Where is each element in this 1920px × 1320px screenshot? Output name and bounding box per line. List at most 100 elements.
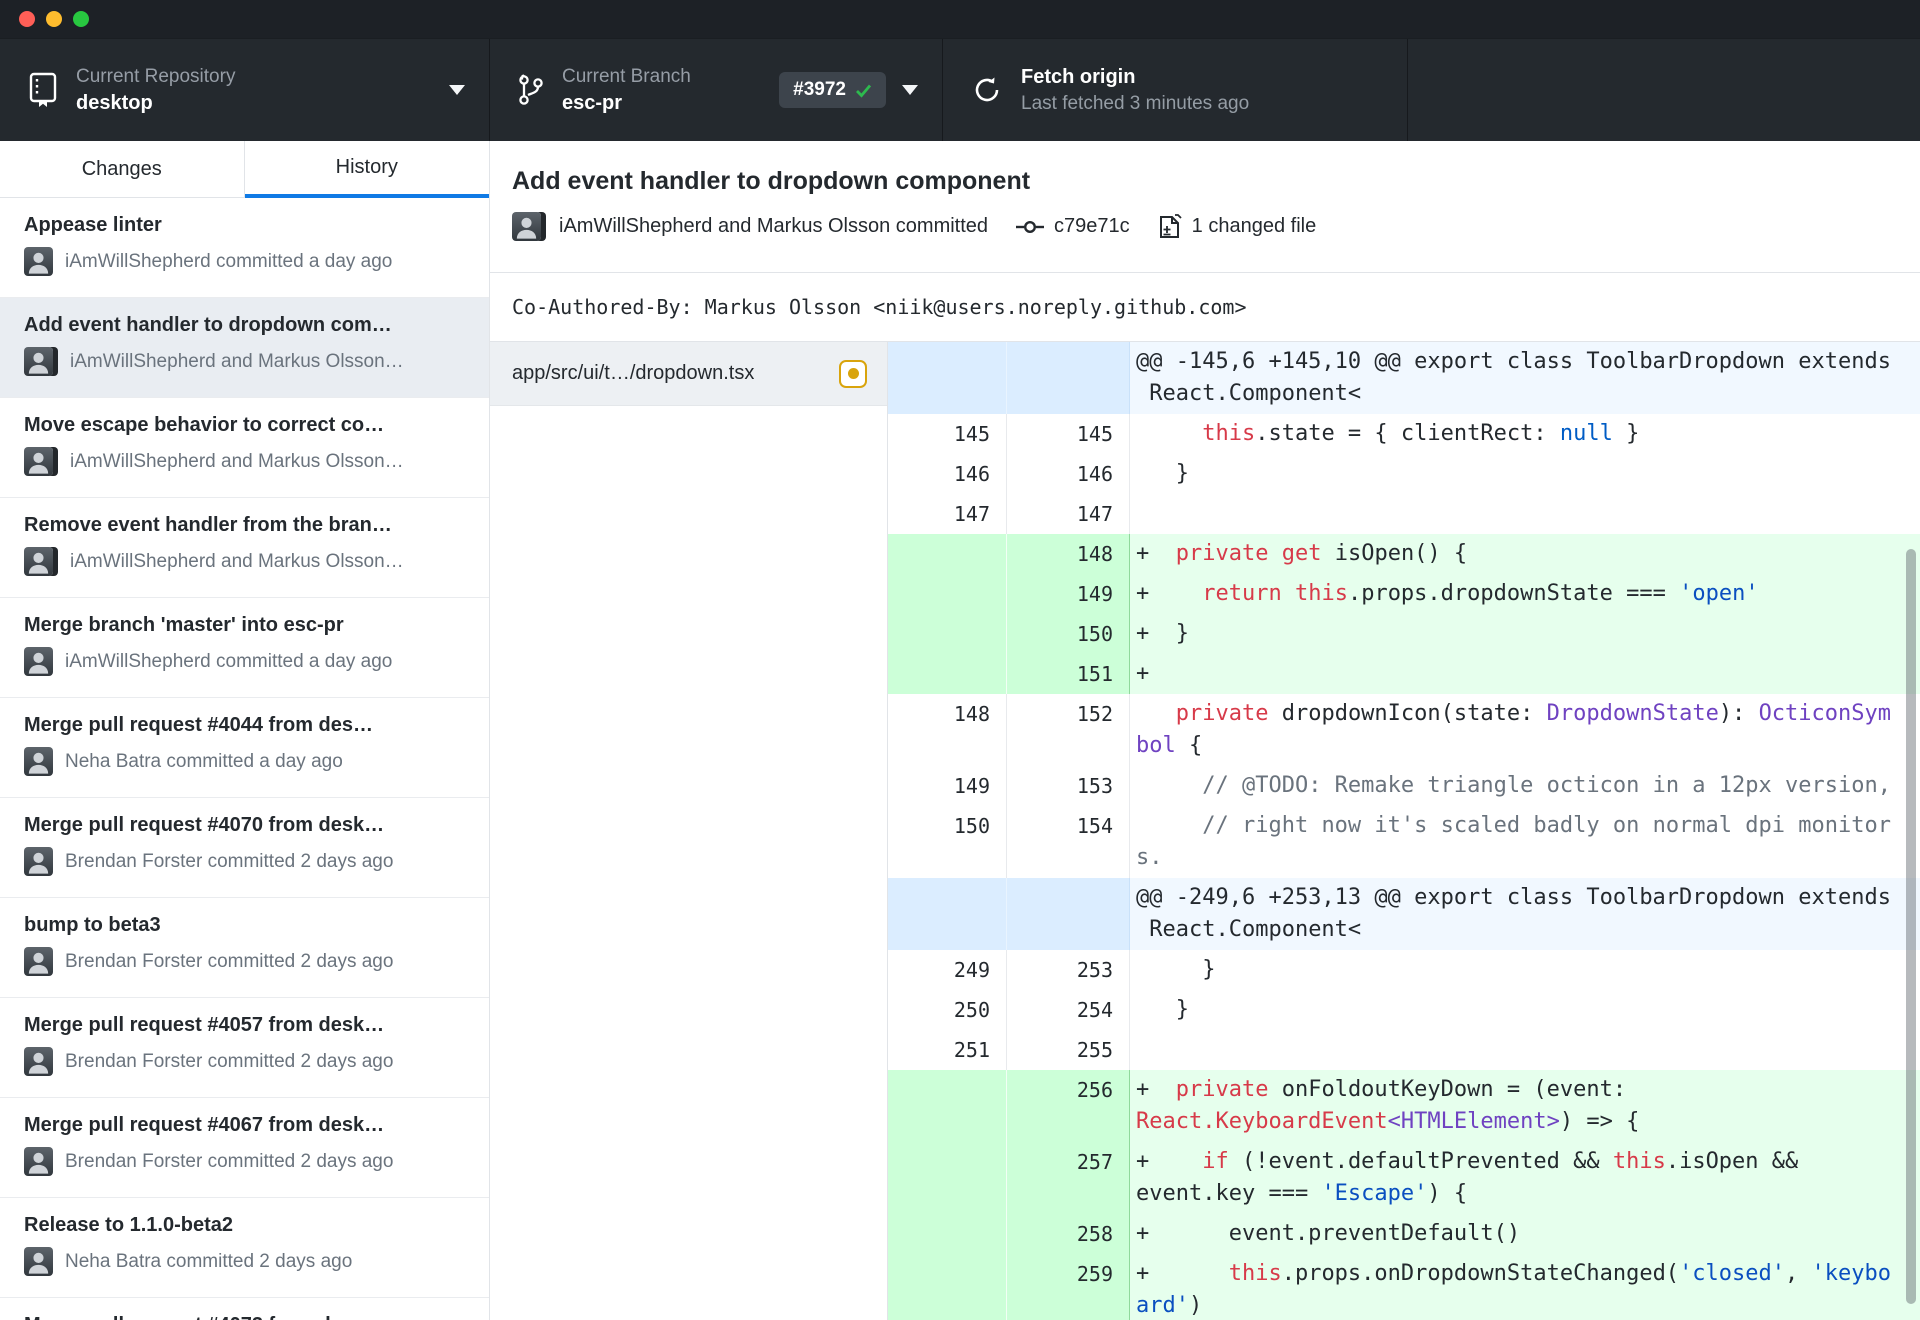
diff-old-line-number: 250 [888, 990, 1007, 1030]
current-branch-label: Current Branch [562, 65, 691, 87]
commit-list-item[interactable]: Move escape behavior to correct co… iAmWi… [0, 398, 489, 498]
commit-list-item[interactable]: Merge pull request #4073 from d… [0, 1298, 489, 1320]
diff-code: + if (!event.defaultPrevented && this.is… [1129, 1142, 1920, 1214]
commit-list-item[interactable]: Merge pull request #4067 from desk… Brend… [0, 1098, 489, 1198]
diff-new-line-number: 147 [1007, 494, 1129, 534]
current-branch-value: esc-pr [562, 91, 623, 114]
git-commit-icon [1016, 218, 1045, 236]
commit-item-meta: iAmWillShepherd and Markus Olsson… [70, 350, 404, 372]
diff-line: @@ -249,6 +253,13 @@ export class Toolba… [888, 878, 1920, 950]
diff-old-line-number [888, 878, 1007, 950]
diff-line: 258 + event.preventDefault() [888, 1214, 1920, 1254]
diff-line: 251 255 [888, 1030, 1920, 1070]
tab-history[interactable]: History [244, 141, 489, 198]
commit-list-item[interactable]: bump to beta3 Brendan Forster committed 2… [0, 898, 489, 998]
commit-list-item[interactable]: Merge branch 'master' into esc-pr iAmWill… [0, 598, 489, 698]
commit-list-item[interactable]: Merge pull request #4057 from desk… Brend… [0, 998, 489, 1098]
close-window-button[interactable] [19, 11, 35, 27]
tab-history-label: History [335, 156, 398, 178]
tab-changes-label: Changes [81, 157, 162, 180]
diff-code: private dropdownIcon(state: DropdownStat… [1129, 694, 1920, 766]
commit-item-title: Merge pull request #4067 from desk… [24, 1114, 385, 1136]
file-modified-icon [839, 359, 867, 388]
commit-item-meta: iAmWillShepherd and Markus Olsson… [70, 550, 404, 572]
commit-item-title: Merge branch 'master' into esc-pr [24, 614, 344, 636]
commit-list-item[interactable]: Merge pull request #4044 from des… Neha B… [0, 698, 489, 798]
commit-item-meta: Brendan Forster committed 2 days ago [65, 1150, 394, 1172]
diff-viewer: @@ -145,6 +145,10 @@ export class Toolba… [888, 342, 1920, 1320]
tab-changes[interactable]: Changes [0, 141, 245, 197]
commit-item-meta: Brendan Forster committed 2 days ago [65, 1050, 394, 1072]
diff-code: } [1129, 454, 1920, 494]
diff-old-line-number [888, 342, 1007, 414]
commit-sha-group: c79e71c [1016, 215, 1130, 238]
avatar [24, 947, 53, 976]
avatar [24, 747, 53, 776]
commit-title: Add event handler to dropdown component [512, 167, 1031, 195]
diff-line: 145 145 this.state = { clientRect: null } [888, 414, 1920, 454]
fetch-origin-subtitle: Last fetched 3 minutes ago [1021, 93, 1250, 114]
commit-item-meta: iAmWillShepherd committed a day ago [65, 650, 393, 672]
commit-list-item[interactable]: Merge pull request #4070 from desk… Brend… [0, 798, 489, 898]
diff-code: // @TODO: Remake triangle octicon in a 1… [1129, 766, 1920, 806]
minimize-window-button[interactable] [46, 11, 62, 27]
diff-new-line-number: 258 [1007, 1214, 1129, 1254]
diff-old-line-number: 251 [888, 1030, 1007, 1070]
diff-old-line-number [888, 1214, 1007, 1254]
commit-description: Co-Authored-By: Markus Olsson <niik@user… [490, 272, 1920, 342]
diff-code [1129, 494, 1920, 534]
chevron-down-icon [449, 85, 465, 95]
commit-list-item[interactable]: Add event handler to dropdown com… iAmWil… [0, 298, 489, 398]
commit-item-meta: Brendan Forster committed 2 days ago [65, 850, 394, 872]
diff-new-line-number: 152 [1007, 694, 1129, 766]
avatar [24, 247, 53, 276]
commit-list-item[interactable]: Release to 1.1.0-beta2 Neha Batra committ… [0, 1198, 489, 1298]
commit-header: Add event handler to dropdown component … [490, 141, 1920, 272]
diff-old-line-number [888, 1070, 1007, 1142]
current-branch-dropdown[interactable]: Current Branch esc-pr #3972 [490, 39, 943, 141]
repo-icon [28, 71, 58, 109]
diff-new-line-number: 253 [1007, 950, 1129, 990]
file-list-item[interactable]: app/src/ui/t…/dropdown.tsx [490, 342, 887, 406]
diff-code: this.state = { clientRect: null } [1129, 414, 1920, 454]
diff-line: 259 + this.props.onDropdownStateChanged('… [888, 1254, 1920, 1320]
avatar [24, 1247, 53, 1276]
diff-old-line-number [888, 1254, 1007, 1320]
diff-new-line-number: 150 [1007, 614, 1129, 654]
diff-line: 147 147 [888, 494, 1920, 534]
diff-code: } [1129, 950, 1920, 990]
avatar [24, 1147, 53, 1176]
current-repository-dropdown[interactable]: Current Repository desktop [0, 39, 490, 141]
diff-old-line-number: 249 [888, 950, 1007, 990]
diff-new-line-number: 257 [1007, 1142, 1129, 1214]
diff-line: 149 153 // @TODO: Remake triangle octicon… [888, 766, 1920, 806]
commit-item-meta: Brendan Forster committed 2 days ago [65, 950, 394, 972]
commit-list-item[interactable]: Appease linter iAmWillShepherd committed … [0, 198, 489, 298]
diff-line: 149 + return this.props.dropdownState ===… [888, 574, 1920, 614]
diff-new-line-number: 151 [1007, 654, 1129, 694]
fetch-origin-button[interactable]: Fetch origin Last fetched 3 minutes ago [943, 39, 1408, 141]
diff-new-line-number: 148 [1007, 534, 1129, 574]
commit-list: Appease linter iAmWillShepherd committed … [0, 198, 489, 1320]
pr-number-badge[interactable]: #3972 [779, 72, 886, 108]
commit-item-meta: Neha Batra committed 2 days ago [65, 1250, 353, 1272]
avatar [24, 347, 53, 376]
commit-detail-panel: Add event handler to dropdown component … [490, 141, 1920, 1320]
commit-item-title: Appease linter [24, 214, 162, 236]
changed-files-panel: app/src/ui/t…/dropdown.tsx [490, 342, 888, 1320]
diff-line: 146 146 } [888, 454, 1920, 494]
diff-code: + return this.props.dropdownState === 'o… [1129, 574, 1920, 614]
diff-scrollbar[interactable] [1906, 549, 1916, 1304]
diff-code: @@ -249,6 +253,13 @@ export class Toolba… [1129, 878, 1920, 950]
avatar [24, 647, 53, 676]
traffic-lights [19, 11, 89, 27]
commit-item-title: Merge pull request #4057 from desk… [24, 1014, 385, 1036]
commit-list-item[interactable]: Remove event handler from the bran… iAmWi… [0, 498, 489, 598]
diff-line: 249 253 } [888, 950, 1920, 990]
diff-code [1129, 1030, 1920, 1070]
zoom-window-button[interactable] [73, 11, 89, 27]
diff-code: + private get isOpen() { [1129, 534, 1920, 574]
diff-new-line-number: 154 [1007, 806, 1129, 878]
diff-new-line-number: 149 [1007, 574, 1129, 614]
